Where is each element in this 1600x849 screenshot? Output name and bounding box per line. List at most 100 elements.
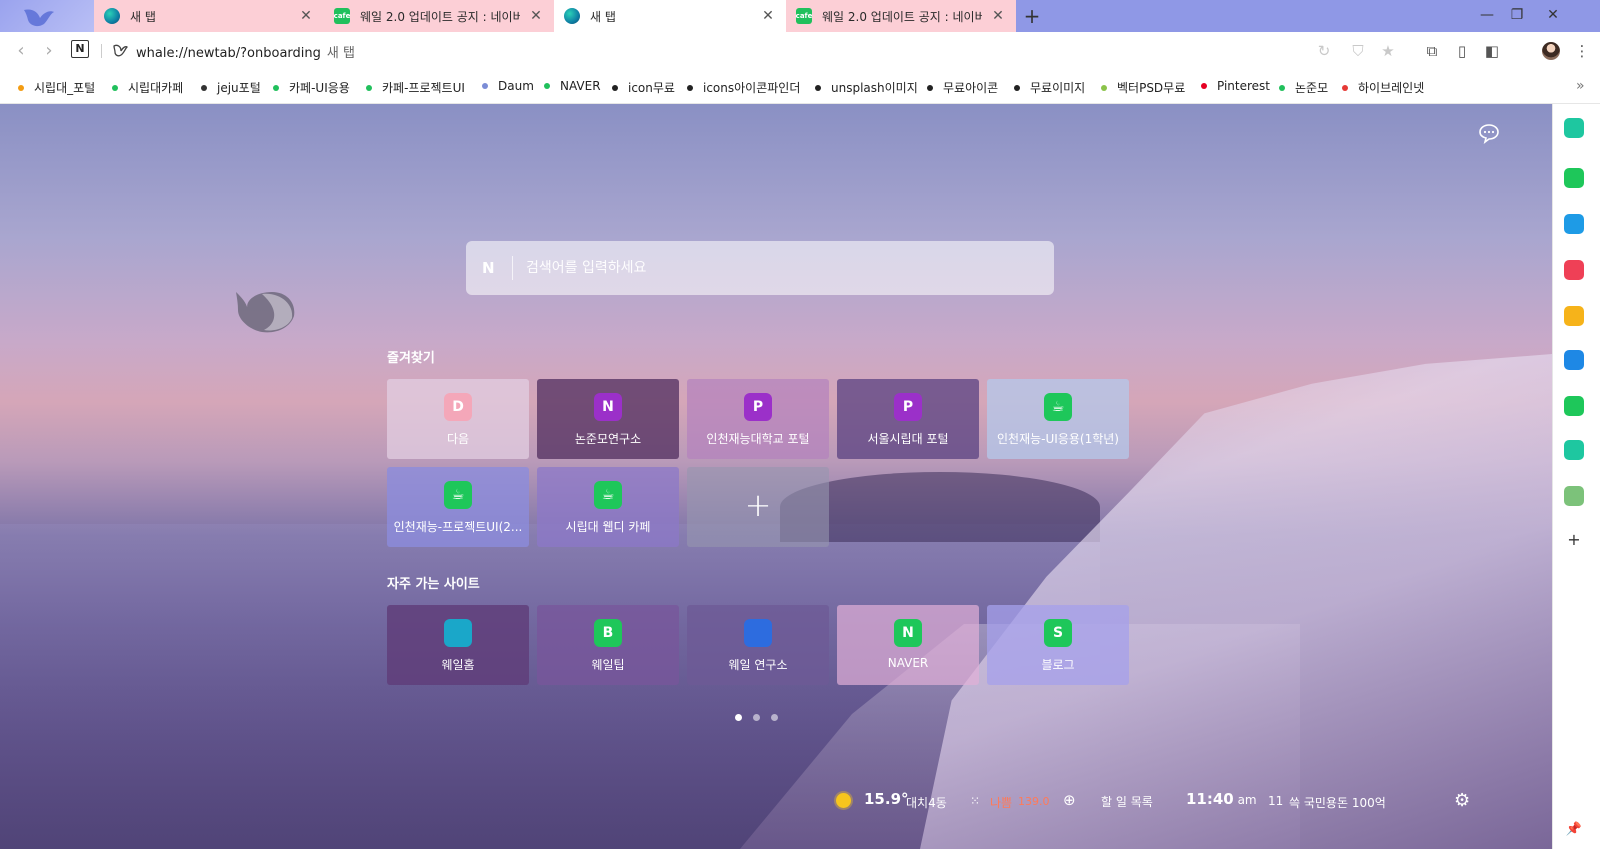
naver-home-icon[interactable]: N [71, 40, 89, 58]
tab-whale-update-2[interactable]: cafe 웨일 2.0 업데이트 공지 : 네이버 ✕ [786, 0, 1016, 32]
frequent-tile[interactable]: 웨일홈 [387, 605, 529, 685]
star-icon[interactable]: ★ [1378, 41, 1398, 61]
todo-list-button[interactable]: 할 일 목록 [1101, 793, 1153, 810]
bookmark-item[interactable]: Pinterest [1201, 79, 1270, 93]
pin-icon[interactable]: 📌 [1564, 820, 1584, 840]
bookmark-item[interactable]: unsplash이미지 [815, 79, 918, 96]
weather-temperature[interactable]: 15.9° [864, 790, 909, 808]
bookmark-item[interactable]: 벡터PSD무료 [1101, 79, 1185, 96]
favorites-tile[interactable]: ☕ 인천재능-UI응용(1학년) [987, 379, 1129, 459]
bookmark-item[interactable]: 카페-UI응용 [273, 79, 350, 96]
pager-dot[interactable] [771, 714, 778, 721]
close-icon[interactable]: ✕ [990, 8, 1006, 24]
bookmark-label: Pinterest [1217, 79, 1271, 93]
pager-dot-active[interactable] [735, 714, 742, 721]
chat-icon[interactable] [1478, 122, 1500, 144]
tab-title: 새 탭 [130, 9, 156, 24]
url-field[interactable]: whale://newtab/?onboarding 새 탭 [136, 42, 355, 61]
favorites-tile[interactable]: N 논준모연구소 [537, 379, 679, 459]
favorites-tile[interactable]: ☕ 시립대 웹디 카페 [537, 467, 679, 547]
favorites-tile[interactable]: P 서울시립대 포털 [837, 379, 979, 459]
bookmark-item[interactable]: 시립대_포털 [18, 79, 95, 96]
add-favorite-button[interactable]: + [687, 467, 829, 547]
bookmark-item[interactable]: 시립대카페 [112, 79, 183, 96]
split-view-icon[interactable]: ◧ [1482, 41, 1502, 61]
green-app-icon[interactable] [1564, 396, 1584, 416]
tile-label: 인천재능-프로젝트UI(2... [393, 520, 523, 534]
reload-icon[interactable]: ↻ [1314, 41, 1334, 61]
bookmark-item[interactable]: jeju포털 [201, 79, 261, 96]
bookmark-item[interactable]: 카페-프로젝트UI [366, 79, 465, 96]
close-icon[interactable]: ✕ [760, 8, 776, 24]
gear-icon[interactable]: ⚙ [1454, 792, 1472, 810]
close-icon[interactable]: ✕ [298, 8, 314, 24]
bookmark-item[interactable]: icon무료 [612, 79, 675, 96]
translate-icon[interactable] [1564, 350, 1584, 370]
bookmark-dot-icon [815, 84, 821, 91]
target-icon[interactable]: ⊕ [1063, 791, 1076, 809]
page-label: 새 탭 [326, 46, 355, 61]
favorites-title: 즐겨찾기 [387, 351, 435, 366]
pocket-icon[interactable] [1564, 260, 1584, 280]
whale-talk-icon[interactable] [1564, 118, 1584, 138]
sidebar-toggle-icon[interactable]: ▯ [1452, 41, 1472, 61]
star-bookmark-icon[interactable] [1564, 306, 1584, 326]
favorites-tile[interactable]: ☕ 인천재능-프로젝트UI(2... [387, 467, 529, 547]
cafe-icon: cafe [334, 8, 350, 24]
bookmark-label: icons아이콘파인더 [703, 81, 801, 95]
tile-label: 웨일팁 [591, 658, 625, 672]
frequent-tile[interactable]: 웨일 연구소 [687, 605, 829, 685]
whale-icon [564, 8, 580, 24]
avatar[interactable] [1542, 42, 1560, 60]
tab-new-tab-1[interactable]: 새 탭 ✕ [94, 0, 324, 32]
capture-icon[interactable]: ⧉ [1422, 41, 1442, 61]
tile-label: 블로그 [1041, 658, 1075, 672]
bookmark-item[interactable]: Daum [482, 79, 534, 93]
alarm-icon[interactable] [1564, 168, 1584, 188]
whale-url-icon [113, 44, 128, 57]
forward-icon[interactable]: › [38, 40, 60, 62]
bookmark-item[interactable]: icons아이콘파인더 [687, 79, 800, 96]
tab-title: 웨일 2.0 업데이트 공지 : 네이버 [360, 9, 520, 24]
whale-logo[interactable] [0, 0, 94, 32]
favorites-tile[interactable]: P 인천재능대학교 포털 [687, 379, 829, 459]
search-box[interactable]: N [466, 241, 1054, 295]
bookmark-item[interactable]: NAVER [544, 79, 601, 93]
weather-location: 대치4동 [906, 796, 947, 810]
tab-whale-update-1[interactable]: cafe 웨일 2.0 업데이트 공지 : 네이버 ✕ [324, 0, 554, 32]
whale-mascot-icon [236, 292, 295, 333]
add-sidebar-app-icon[interactable]: + [1567, 532, 1581, 548]
favorites-tile[interactable]: D 다음 [387, 379, 529, 459]
tile-label: 서울시립대 포털 [867, 432, 949, 446]
play-icon[interactable] [1564, 440, 1584, 460]
site-icon: ☕ [444, 481, 472, 509]
tab-new-tab-active[interactable]: 새 탭 ✕ [554, 0, 786, 32]
bookmark-item[interactable]: 무료아이콘 [927, 79, 998, 96]
site-icon: N [894, 619, 922, 647]
bookmark-item[interactable]: 무료이미지 [1014, 79, 1085, 96]
close-icon[interactable]: ✕ [528, 8, 544, 24]
calendar-icon[interactable] [1564, 214, 1584, 234]
clock-time: 11:40 [1186, 790, 1234, 808]
shield-icon[interactable]: ⛉ [1348, 41, 1368, 61]
new-tab-button[interactable]: + [1020, 4, 1044, 28]
frequent-tile[interactable]: N NAVER [837, 605, 979, 685]
more-menu-icon[interactable]: ⋮ [1572, 41, 1592, 61]
news-rank: 11 [1268, 794, 1284, 808]
pager-dot[interactable] [753, 714, 760, 721]
search-input[interactable] [526, 255, 1026, 281]
bookmark-item[interactable]: 하이브레인넷 [1342, 79, 1424, 96]
bookmark-item[interactable]: 논준모 [1279, 79, 1328, 96]
minimize-icon[interactable]: — [1470, 0, 1504, 32]
character-icon[interactable] [1564, 486, 1584, 506]
news-headline[interactable]: 쓱 국민용돈 100억 [1289, 794, 1386, 811]
tile-label: 다음 [446, 432, 470, 446]
back-icon[interactable]: ‹ [10, 40, 32, 62]
frequent-tile[interactable]: S 블로그 [987, 605, 1129, 685]
site-icon [444, 619, 472, 647]
tile-label: NAVER [887, 656, 929, 670]
chevron-right-icon[interactable]: » [1576, 78, 1585, 94]
frequent-tile[interactable]: B 웨일팁 [537, 605, 679, 685]
window-close-icon[interactable]: ✕ [1536, 0, 1570, 32]
restore-icon[interactable]: ❐ [1500, 0, 1534, 32]
